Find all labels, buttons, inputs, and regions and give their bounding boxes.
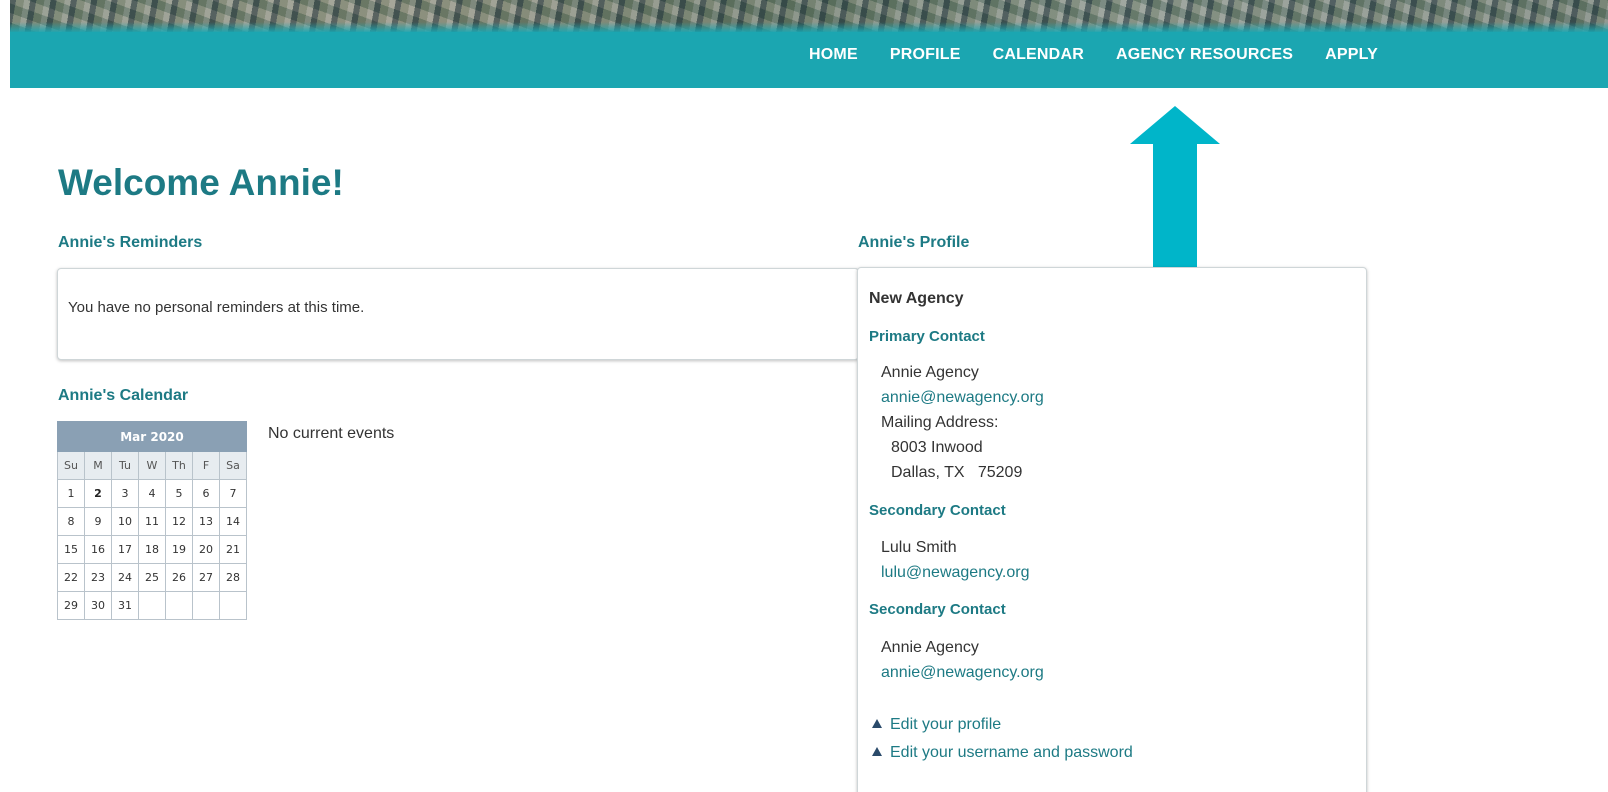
main-nav: HOME PROFILE CALENDAR AGENCY RESOURCES A… bbox=[777, 46, 1378, 64]
calendar-weekday-row: Su M Tu W Th F Sa bbox=[57, 451, 247, 480]
calendar-week: 29 30 31 bbox=[57, 591, 247, 620]
primary-contact-name: Annie Agency bbox=[881, 364, 979, 381]
reminders-card: You have no personal reminders at this t… bbox=[57, 268, 859, 360]
calendar-day[interactable]: 25 bbox=[138, 563, 166, 592]
mini-calendar: Mar 2020 Su M Tu W Th F Sa 1 2 3 4 5 6 7 bbox=[57, 421, 247, 620]
calendar-day[interactable]: 8 bbox=[57, 507, 85, 536]
edit-profile-label: Edit your profile bbox=[890, 716, 1002, 733]
calendar-day[interactable]: 13 bbox=[192, 507, 220, 536]
primary-contact-heading: Primary Contact bbox=[869, 328, 985, 345]
calendar-day[interactable]: 5 bbox=[165, 479, 193, 508]
calendar-day[interactable]: 27 bbox=[192, 563, 220, 592]
nav-agency-resources[interactable]: AGENCY RESOURCES bbox=[1116, 46, 1293, 64]
calendar-day[interactable]: 30 bbox=[84, 591, 112, 620]
secondary-contact-heading: Secondary Contact bbox=[869, 502, 1006, 519]
calendar-day[interactable]: 28 bbox=[219, 563, 247, 592]
calendar-day[interactable]: 6 bbox=[192, 479, 220, 508]
calendar-title: Annie's Calendar bbox=[58, 387, 189, 404]
calendar-day-today[interactable]: 2 bbox=[84, 479, 112, 508]
weekday-label: M bbox=[84, 451, 112, 480]
calendar-week: 15 16 17 18 19 20 21 bbox=[57, 535, 247, 564]
calendar-day[interactable]: 26 bbox=[165, 563, 193, 592]
calendar-day[interactable]: 23 bbox=[84, 563, 112, 592]
edit-profile-link[interactable]: Edit your profile bbox=[872, 716, 1001, 734]
nav-profile[interactable]: PROFILE bbox=[890, 46, 961, 64]
calendar-day[interactable]: 7 bbox=[219, 479, 247, 508]
calendar-day[interactable]: 22 bbox=[57, 563, 85, 592]
calendar-day-empty bbox=[219, 591, 247, 620]
weekday-label: F bbox=[192, 451, 220, 480]
header-photo bbox=[10, 0, 1608, 32]
calendar-day[interactable]: 31 bbox=[111, 591, 139, 620]
secondary-contact-email[interactable]: annie@newagency.org bbox=[881, 664, 1044, 682]
edit-credentials-label: Edit your username and password bbox=[890, 744, 1133, 761]
agency-name: New Agency bbox=[869, 290, 964, 307]
nav-calendar[interactable]: CALENDAR bbox=[993, 46, 1084, 64]
address-line-2: Dallas, TX 75209 bbox=[891, 464, 1023, 481]
secondary-contact-name: Annie Agency bbox=[881, 639, 979, 656]
profile-title: Annie's Profile bbox=[858, 234, 970, 251]
reminders-message: You have no personal reminders at this t… bbox=[68, 299, 365, 316]
calendar-day[interactable]: 24 bbox=[111, 563, 139, 592]
reminders-title: Annie's Reminders bbox=[58, 234, 203, 251]
calendar-day[interactable]: 14 bbox=[219, 507, 247, 536]
edit-credentials-link[interactable]: Edit your username and password bbox=[872, 744, 1133, 762]
calendar-month-label[interactable]: Mar 2020 bbox=[57, 421, 247, 452]
calendar-day[interactable]: 21 bbox=[219, 535, 247, 564]
calendar-day[interactable]: 17 bbox=[111, 535, 139, 564]
calendar-week: 22 23 24 25 26 27 28 bbox=[57, 563, 247, 592]
page-title: Welcome Annie! bbox=[58, 162, 344, 203]
weekday-label: W bbox=[138, 451, 166, 480]
calendar-week: 8 9 10 11 12 13 14 bbox=[57, 507, 247, 536]
calendar-day[interactable]: 3 bbox=[111, 479, 139, 508]
calendar-day[interactable]: 12 bbox=[165, 507, 193, 536]
weekday-label: Sa bbox=[219, 451, 247, 480]
calendar-day[interactable]: 29 bbox=[57, 591, 85, 620]
calendar-week: 1 2 3 4 5 6 7 bbox=[57, 479, 247, 508]
weekday-label: Su bbox=[57, 451, 85, 480]
secondary-contact-name: Lulu Smith bbox=[881, 539, 957, 556]
weekday-label: Th bbox=[165, 451, 193, 480]
calendar-events-message: No current events bbox=[268, 425, 395, 442]
weekday-label: Tu bbox=[111, 451, 139, 480]
page: HOME PROFILE CALENDAR AGENCY RESOURCES A… bbox=[0, 0, 1608, 792]
calendar-day[interactable]: 18 bbox=[138, 535, 166, 564]
nav-home[interactable]: HOME bbox=[809, 46, 858, 64]
calendar-day-empty bbox=[192, 591, 220, 620]
calendar-day[interactable]: 4 bbox=[138, 479, 166, 508]
calendar-day[interactable]: 1 bbox=[57, 479, 85, 508]
calendar-day-empty bbox=[138, 591, 166, 620]
calendar-day[interactable]: 16 bbox=[84, 535, 112, 564]
mailing-address-label: Mailing Address: bbox=[881, 414, 999, 431]
profile-card: New Agency Primary Contact Annie Agency … bbox=[857, 267, 1367, 792]
calendar-day[interactable]: 9 bbox=[84, 507, 112, 536]
arrow-up-icon bbox=[1130, 106, 1220, 272]
triangle-up-icon bbox=[872, 719, 882, 728]
calendar-day[interactable]: 10 bbox=[111, 507, 139, 536]
calendar-day-empty bbox=[165, 591, 193, 620]
calendar-day[interactable]: 11 bbox=[138, 507, 166, 536]
calendar-day[interactable]: 15 bbox=[57, 535, 85, 564]
calendar-day[interactable]: 20 bbox=[192, 535, 220, 564]
primary-contact-email[interactable]: annie@newagency.org bbox=[881, 389, 1044, 407]
secondary-contact-heading: Secondary Contact bbox=[869, 601, 1006, 618]
secondary-contact-email[interactable]: lulu@newagency.org bbox=[881, 564, 1029, 582]
triangle-up-icon bbox=[872, 747, 882, 756]
nav-apply[interactable]: APPLY bbox=[1325, 46, 1378, 64]
header-banner: HOME PROFILE CALENDAR AGENCY RESOURCES A… bbox=[10, 0, 1608, 88]
address-line-1: 8003 Inwood bbox=[891, 439, 983, 456]
calendar-day[interactable]: 19 bbox=[165, 535, 193, 564]
